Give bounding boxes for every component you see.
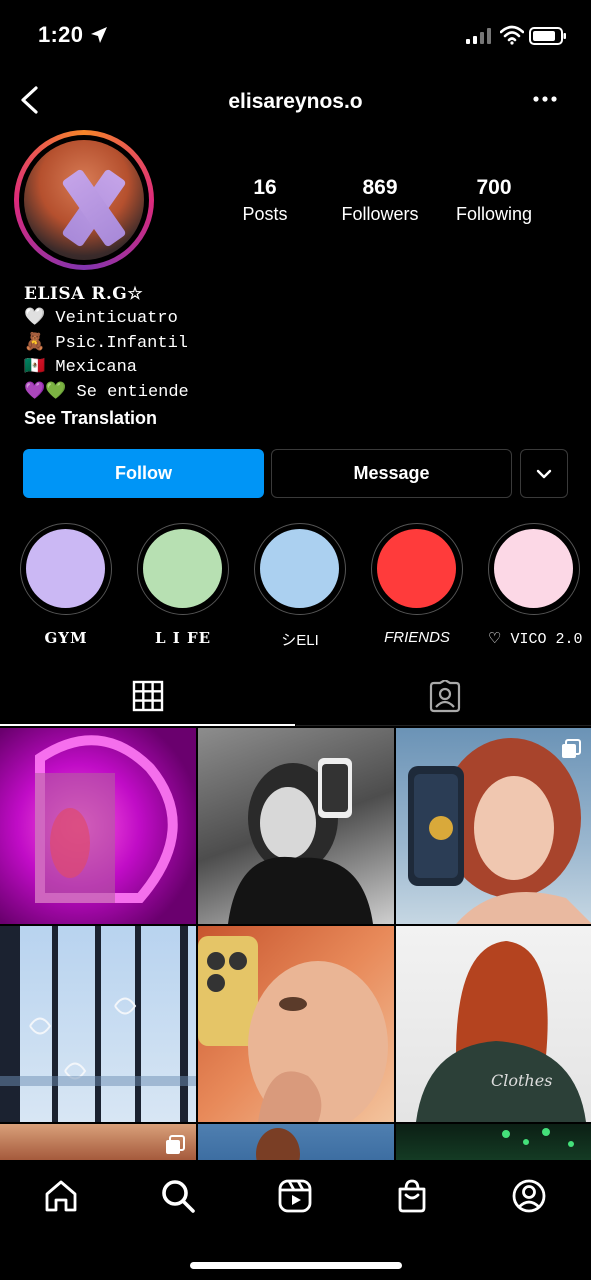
multiple-photos-icon [166, 1135, 185, 1154]
post-thumbnail[interactable] [198, 926, 394, 1122]
highlight-vico[interactable]: ♡ VICO 2.0 ♡ [488, 523, 591, 648]
see-translation-link[interactable]: See Translation [24, 408, 564, 429]
posts-count: 16 [253, 176, 277, 199]
more-options-icon[interactable] [532, 94, 558, 104]
post-thumbnail[interactable] [396, 728, 591, 924]
bio-line: 🤍 Veinticuatro [24, 309, 178, 328]
highlight-cover [143, 529, 222, 608]
highlight-label: FRIENDS [384, 629, 450, 646]
highlight-label: GYM [44, 629, 88, 647]
mirror-selfie-image [228, 758, 373, 924]
followers-stat[interactable]: 869 Followers [320, 176, 440, 225]
search-icon[interactable] [160, 1178, 196, 1214]
highlight-cover [26, 529, 105, 608]
status-bar: 1:20 [0, 0, 591, 70]
highlight-cover [494, 529, 573, 608]
chevron-down-icon [536, 469, 552, 478]
followers-count: 869 [362, 176, 398, 199]
tab-posts-grid[interactable] [0, 668, 295, 726]
profile-icon[interactable] [511, 1178, 547, 1214]
following-stat[interactable]: 700 Following [434, 176, 554, 225]
shop-icon[interactable] [394, 1178, 430, 1214]
battery-icon [529, 27, 566, 45]
multiple-photos-icon [562, 739, 581, 758]
display-name: ELISA R.G☆ [24, 284, 144, 304]
story-ring[interactable] [14, 130, 154, 270]
highlight-eli[interactable]: シELI [254, 523, 346, 650]
following-count: 700 [476, 176, 512, 199]
posts-label: Posts [242, 204, 288, 224]
close-up-selfie-image [198, 936, 388, 1122]
post-thumbnail[interactable] [0, 728, 196, 924]
follow-button[interactable]: Follow [23, 449, 264, 498]
post-thumbnail[interactable]: Clothes [396, 926, 591, 1122]
highlight-label: ♡ VICO 2.0 ♡ [488, 631, 591, 648]
status-time: 1:20 [38, 22, 84, 47]
profile-avatar[interactable] [24, 140, 144, 260]
post-thumbnail[interactable] [0, 1124, 196, 1160]
highlight-gym[interactable]: GYM [20, 523, 112, 647]
grid-icon [132, 680, 164, 712]
suggested-accounts-button[interactable] [520, 449, 568, 498]
post-thumbnail[interactable] [0, 926, 196, 1122]
posts-stat[interactable]: 16 Posts [205, 176, 325, 225]
tab-tagged[interactable] [296, 668, 591, 726]
bio-line: 🇲🇽 Mexicana [24, 358, 137, 377]
location-arrow-icon [91, 27, 107, 43]
message-button[interactable]: Message [271, 449, 512, 498]
reels-icon[interactable] [277, 1178, 313, 1214]
highlight-friends[interactable]: FRIENDS [371, 523, 463, 646]
post-thumbnail[interactable] [396, 1124, 591, 1160]
bio-line: 🧸 Psic.Infantil [24, 333, 188, 353]
home-icon[interactable] [43, 1178, 79, 1214]
window-bars-image [0, 926, 196, 1122]
neon-heart-image [35, 735, 178, 903]
home-indicator[interactable] [190, 1262, 402, 1269]
hoodie-photo-image: Clothes [416, 941, 586, 1122]
followers-label: Followers [341, 204, 419, 224]
cellular-signal-icon [466, 28, 491, 44]
post-thumbnail[interactable] [198, 1124, 394, 1160]
following-label: Following [455, 204, 533, 224]
highlight-label: L I FE [154, 629, 212, 647]
post-thumbnail[interactable] [198, 728, 394, 924]
highlight-cover [377, 529, 456, 608]
bio-line: 💜💚 Se entiende [24, 382, 189, 402]
svg-text:Clothes: Clothes [491, 1071, 552, 1090]
profile-username: elisareynos.o [228, 90, 363, 113]
profile-header: elisareynos.o [0, 76, 591, 126]
highlight-cover [260, 529, 339, 608]
wifi-icon [500, 25, 524, 45]
tagged-icon [429, 680, 461, 713]
highlight-life[interactable]: L I FE [137, 523, 229, 647]
highlight-label: シELI [281, 632, 319, 649]
profile-bio: ELISA R.G☆ 🤍 Veinticuatro 🧸 Psic.Infanti… [24, 284, 564, 429]
